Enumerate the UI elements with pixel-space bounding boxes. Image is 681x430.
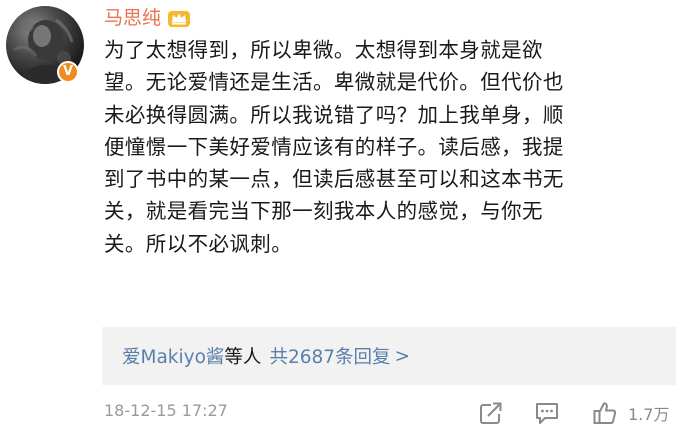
verified-v-icon: V <box>57 61 79 83</box>
reply-count-link[interactable]: 共2687条回复 <box>269 343 390 369</box>
timestamp: 18-12-15 17:27 <box>104 401 228 420</box>
comment-icon[interactable] <box>534 400 560 426</box>
share-icon[interactable] <box>478 400 504 426</box>
crown-icon <box>168 11 191 27</box>
username-row: 马思纯 <box>104 4 191 32</box>
comment-line: 为了太想得到，所以卑微。太想得到本身就是欲 <box>104 38 543 62</box>
replies-summary[interactable]: 爱Makiyo酱 等人 共2687条回复 > <box>102 327 676 385</box>
like-icon[interactable] <box>592 400 618 426</box>
chevron-right-icon[interactable]: > <box>395 346 411 367</box>
comment-footer: 18-12-15 17:27 1.7万 <box>0 395 681 430</box>
reply-users-suffix: 等人 <box>224 347 262 368</box>
comment-line: 未必换得圆满。所以我说错了吗？加上我单身，顺 <box>104 102 564 127</box>
reply-users-link[interactable]: 爱Makiyo酱 <box>122 343 224 369</box>
comment-line: 望。无论爱情还是生活。卑微就是代价。但代价也 <box>104 70 564 95</box>
comment-text: 为了太想得到，所以卑微。太想得到本身就是欲 望。无论爱情还是生活。卑微就是代价。… <box>104 34 676 260</box>
comment-line: 到了书中的某一点，但读后感甚至可以和这本书无 <box>104 167 564 192</box>
like-count: 1.7万 <box>628 405 670 424</box>
weibo-comment: V 马思纯 为了太想得到，所以卑微。太想得到本身就是欲 望。无论爱情还是生活。卑… <box>0 0 681 430</box>
comment-line: 便憧憬一下美好爱情应该有的样子。读后感，我提 <box>104 134 564 159</box>
comment-line: 关，就是看完当下那一刻我本人的感觉，与你无 <box>104 199 543 224</box>
comment-line: 关。所以不必讽刺。 <box>104 231 293 256</box>
username[interactable]: 马思纯 <box>104 4 161 32</box>
